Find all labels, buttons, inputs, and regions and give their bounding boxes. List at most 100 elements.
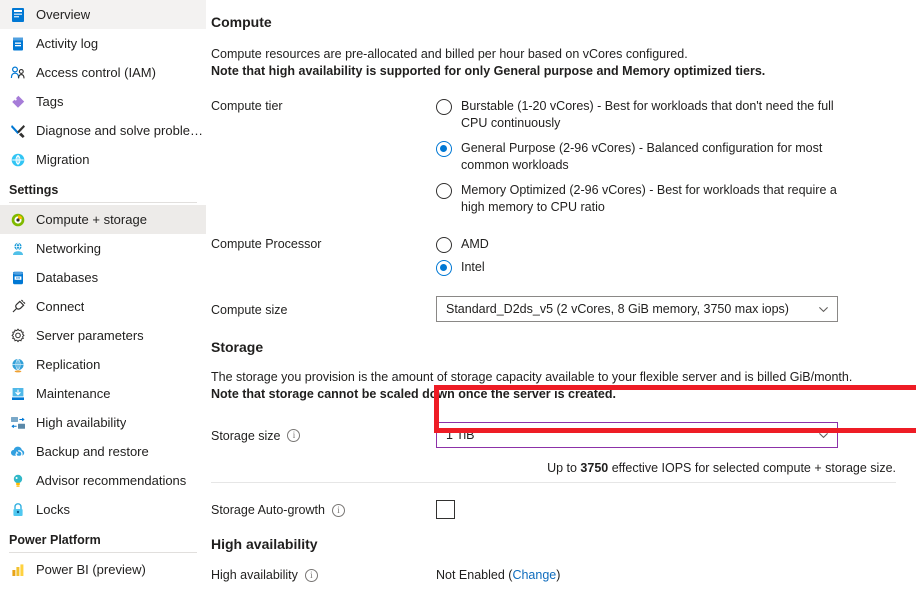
sidebar-item-compute-storage[interactable]: Compute + storage [0,205,206,234]
sidebar-item-label: Advisor recommendations [36,473,187,488]
storage-autogrowth-checkbox[interactable] [436,500,455,519]
compute-processor-label-text: Compute Processor [211,237,322,251]
gear-icon [9,327,26,344]
radio-processor-amd[interactable]: AMD [436,236,896,253]
sidebar-item-label: Overview [36,7,91,22]
compute-size-dropdown[interactable]: Standard_D2ds_v5 (2 vCores, 8 GiB memory… [436,296,838,322]
sidebar-item-label: High availability [36,415,127,430]
sidebar-item-label: Diagnose and solve problems [36,123,206,138]
sidebar-item-label: Server parameters [36,328,144,343]
sidebar: Overview Activity log Access control (IA… [0,0,206,594]
info-icon[interactable]: i [304,568,318,582]
sidebar-item-advisor-recommendations[interactable]: Advisor recommendations [0,466,206,495]
chevron-down-icon [818,430,829,441]
storage-size-label: Storage size i [211,428,436,443]
compute-description-line-1: Compute resources are pre-allocated and … [211,47,688,61]
sidebar-item-label: Locks [36,502,70,517]
sidebar-item-label: Replication [36,357,101,372]
sidebar-item-maintenance[interactable]: Maintenance [0,379,206,408]
radio-mark-icon [436,183,452,199]
info-icon[interactable]: i [331,503,345,517]
sidebar-item-high-availability[interactable]: High availability [0,408,206,437]
compute-size-label: Compute size [211,302,436,317]
migration-icon [9,151,26,168]
radio-mark-icon [436,260,452,276]
replication-icon [9,356,26,373]
radio-mark-icon [436,237,452,253]
high-availability-heading: High availability [211,536,318,552]
sidebar-item-label: Compute + storage [36,212,147,227]
sidebar-item-access-control[interactable]: Access control (IAM) [0,58,206,87]
tags-icon [9,93,26,110]
compute-description-line-2: Note that high availability is supported… [211,64,766,78]
compute-size-value: Standard_D2ds_v5 (2 vCores, 8 GiB memory… [446,302,789,316]
storage-description-line-1: The storage you provision is the amount … [211,370,853,384]
advisor-icon [9,472,26,489]
high-availability-label-text: High availability [211,568,298,582]
sidebar-item-label: Tags [36,94,64,109]
sidebar-item-label: Connect [36,299,85,314]
radio-compute-tier-memory-optimized[interactable]: Memory Optimized (2-96 vCores) - Best fo… [436,182,896,216]
radio-compute-tier-burstable[interactable]: Burstable (1-20 vCores) - Best for workl… [436,98,896,132]
sidebar-item-connect[interactable]: Connect [0,292,206,321]
sidebar-section-power-platform: Power Platform [9,533,101,547]
radio-compute-tier-general-purpose[interactable]: General Purpose (2-96 vCores) - Balanced… [436,140,896,174]
storage-autogrowth-label-text: Storage Auto-growth [211,503,325,517]
lock-icon [9,501,26,518]
sidebar-item-server-parameters[interactable]: Server parameters [0,321,206,350]
activity-log-icon [9,35,26,52]
svg-text:DB: DB [15,276,19,280]
compute-processor-label: Compute Processor [211,236,436,251]
iops-suffix: effective IOPS for selected compute + st… [608,461,896,475]
storage-size-dropdown[interactable]: 1 TiB [436,422,838,448]
storage-heading: Storage [211,339,264,355]
sidebar-item-replication[interactable]: Replication [0,350,206,379]
radio-label: Memory Optimized (2-96 vCores) - Best fo… [461,183,837,214]
access-control-icon [9,64,26,81]
radio-processor-intel[interactable]: Intel [436,259,896,276]
overview-icon [9,6,26,23]
storage-autogrowth-label: Storage Auto-growth i [211,502,436,517]
sidebar-item-migration[interactable]: Migration [0,145,206,174]
compute-tier-radio-group: Burstable (1-20 vCores) - Best for workl… [436,98,896,216]
sidebar-divider [9,552,197,553]
sidebar-item-tags[interactable]: Tags [0,87,206,116]
divider [211,482,896,483]
networking-icon [9,240,26,257]
radio-label: Burstable (1-20 vCores) - Best for workl… [461,99,834,130]
sidebar-item-databases[interactable]: DB Databases [0,263,206,292]
sidebar-item-label: Databases [36,270,99,285]
backup-restore-icon [9,443,26,460]
sidebar-item-power-bi[interactable]: Power BI (preview) [0,555,206,584]
compute-storage-icon [9,211,26,228]
high-availability-icon [9,414,26,431]
connect-icon [9,298,26,315]
change-link[interactable]: Change [512,568,556,582]
radio-label: General Purpose (2-96 vCores) - Balanced… [461,141,823,172]
sidebar-item-label: Power BI (preview) [36,562,146,577]
sidebar-item-label: Activity log [36,36,99,51]
sidebar-section-settings: Settings [9,183,59,197]
iops-prefix: Up to [547,461,581,475]
sidebar-item-networking[interactable]: Networking [0,234,206,263]
high-availability-status: Not Enabled ( [436,567,513,582]
sidebar-item-label: Maintenance [36,386,111,401]
diagnose-icon [9,122,26,139]
maintenance-icon [9,385,26,402]
power-bi-icon [9,561,26,578]
radio-label: AMD [461,237,489,251]
sidebar-item-backup-and-restore[interactable]: Backup and restore [0,437,206,466]
databases-icon: DB [9,269,26,286]
iops-value: 3750 [580,461,609,475]
sidebar-item-diagnose[interactable]: Diagnose and solve problems [0,116,206,145]
info-icon[interactable]: i [287,429,301,442]
sidebar-item-locks[interactable]: Locks [0,495,206,524]
storage-description-line-2: Note that storage cannot be scaled down … [211,387,616,401]
sidebar-item-label: Backup and restore [36,444,149,459]
compute-processor-radio-group: AMD Intel [436,236,896,276]
sidebar-item-overview[interactable]: Overview [0,0,206,29]
sidebar-item-label: Networking [36,241,102,256]
sidebar-item-activity-log[interactable]: Activity log [0,29,206,58]
sidebar-item-label: Migration [36,152,90,167]
compute-tier-label-text: Compute tier [211,99,283,113]
